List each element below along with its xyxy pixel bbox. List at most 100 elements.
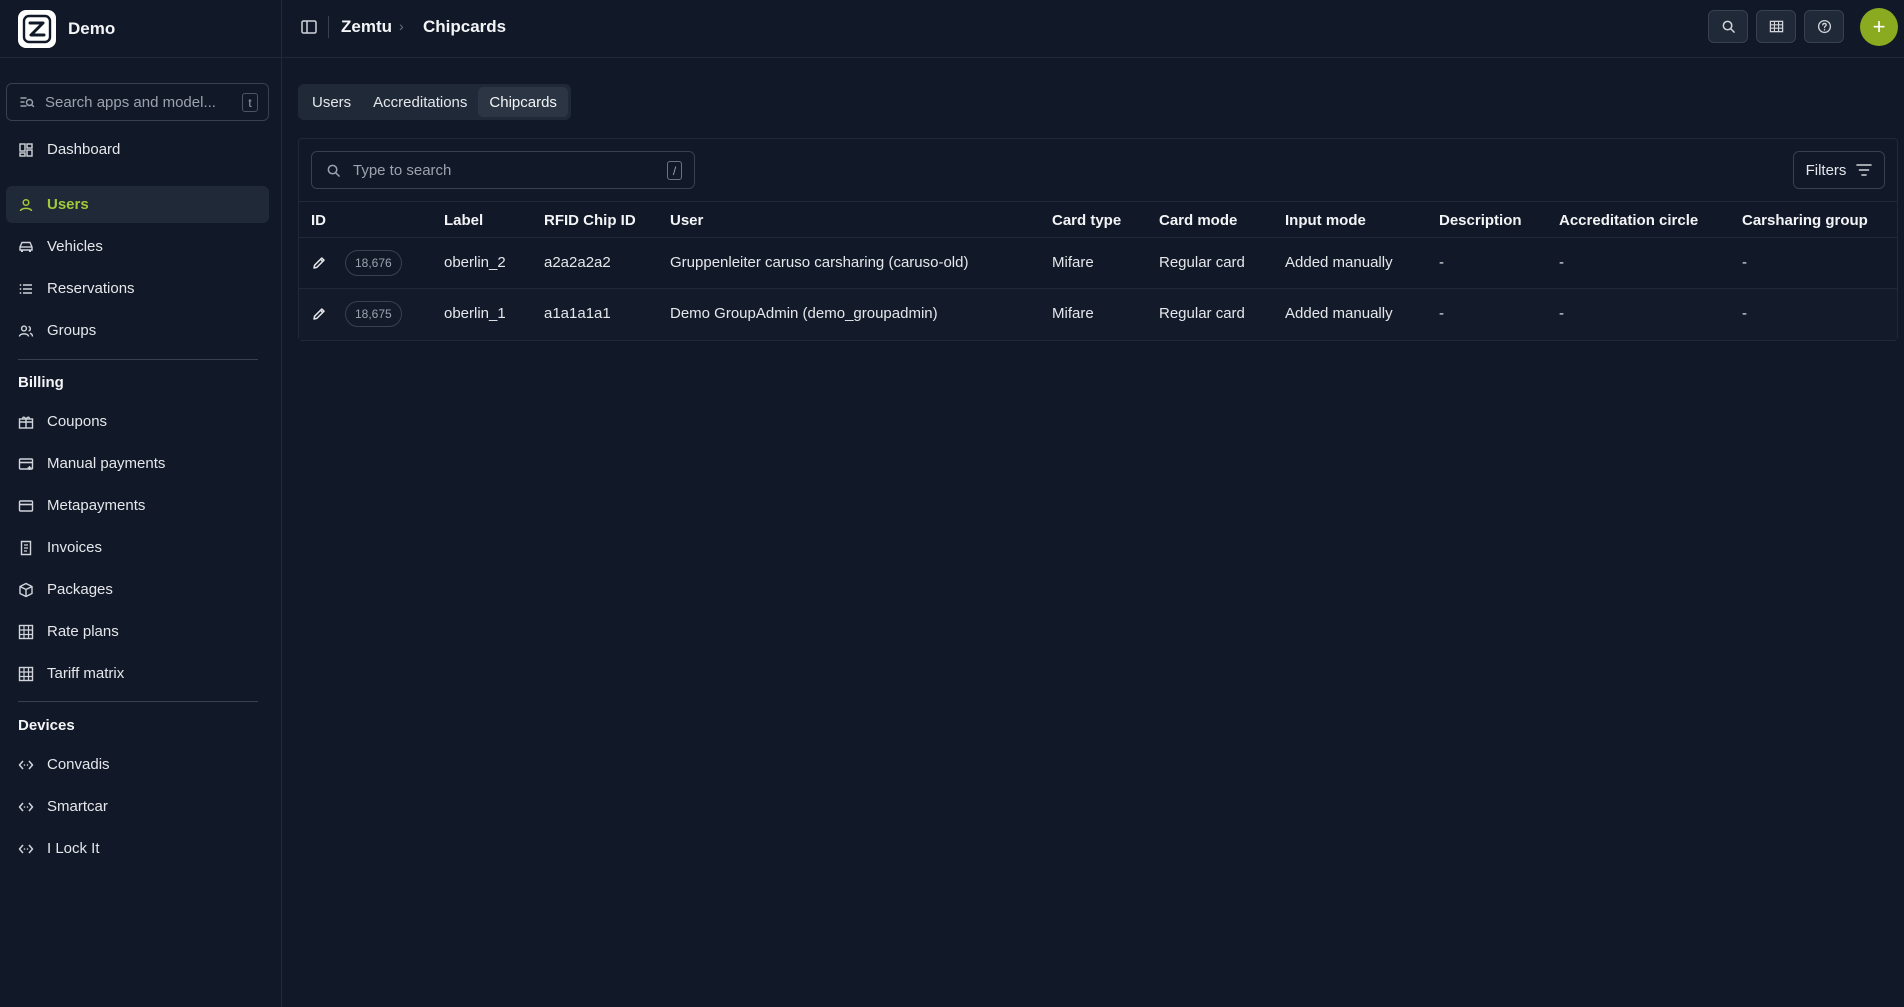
sidebar-item-tariff-matrix[interactable]: Tariff matrix bbox=[6, 655, 269, 692]
sidebar-toggle-icon[interactable] bbox=[300, 18, 318, 36]
table-icon bbox=[1769, 20, 1783, 33]
sidebar: Demo Search apps and model... t Dashboar… bbox=[0, 0, 282, 1007]
help-icon bbox=[1817, 19, 1831, 34]
devices-section-title: Devices bbox=[18, 717, 75, 734]
cell-description: - bbox=[1439, 254, 1444, 271]
cell-user: Demo GroupAdmin (demo_groupadmin) bbox=[670, 305, 938, 322]
cell-card-mode: Regular card bbox=[1159, 305, 1245, 322]
sidebar-item-manual-payments[interactable]: Manual payments bbox=[6, 445, 269, 482]
package-icon bbox=[18, 582, 34, 598]
table-search-input[interactable]: Type to search / bbox=[311, 151, 695, 189]
sidebar-item-i-lock-it[interactable]: I Lock It bbox=[6, 830, 269, 867]
cell-card-type: Mifare bbox=[1052, 305, 1094, 322]
sidebar-search-shortcut: t bbox=[242, 93, 258, 112]
code-icon bbox=[18, 799, 34, 815]
cell-card-mode: Regular card bbox=[1159, 254, 1245, 271]
column-header-accreditation-circle[interactable]: Accreditation circle bbox=[1559, 212, 1698, 229]
column-header-id[interactable]: ID bbox=[311, 212, 326, 229]
column-header-rfid[interactable]: RFID Chip ID bbox=[544, 212, 636, 229]
topbar-divider bbox=[328, 16, 329, 38]
cell-input-mode: Added manually bbox=[1285, 305, 1393, 322]
tab-bar: Users Accreditations Chipcards bbox=[298, 84, 571, 120]
breadcrumb-chipcards: Chipcards bbox=[423, 17, 507, 36]
edit-pencil-icon[interactable] bbox=[311, 255, 327, 271]
sidebar-item-label: Metapayments bbox=[47, 497, 146, 514]
sidebar-item-reservations[interactable]: Reservations bbox=[6, 270, 269, 307]
sidebar-item-invoices[interactable]: Invoices bbox=[6, 529, 269, 566]
table-search-placeholder: Type to search bbox=[353, 161, 452, 179]
coupon-icon bbox=[18, 414, 34, 430]
sidebar-item-convadis[interactable]: Convadis bbox=[6, 746, 269, 783]
sidebar-item-label: Coupons bbox=[47, 413, 108, 430]
sidebar-item-label: Tariff matrix bbox=[47, 665, 125, 682]
user-icon bbox=[18, 197, 34, 213]
column-header-carsharing-group[interactable]: Carsharing group bbox=[1742, 212, 1868, 229]
tab-users[interactable]: Users bbox=[301, 87, 362, 117]
app-logo-icon[interactable] bbox=[18, 9, 56, 48]
sidebar-item-vehicles[interactable]: Vehicles bbox=[6, 228, 269, 265]
cell-accreditation-circle: - bbox=[1559, 254, 1564, 271]
column-header-description[interactable]: Description bbox=[1439, 212, 1522, 229]
sidebar-item-label: Dashboard bbox=[47, 141, 121, 158]
app-name: Demo bbox=[68, 18, 116, 38]
cell-description: - bbox=[1439, 305, 1444, 322]
sidebar-item-metapayments[interactable]: Metapayments bbox=[6, 487, 269, 524]
column-header-card-mode[interactable]: Card mode bbox=[1159, 212, 1237, 229]
edit-pencil-icon[interactable] bbox=[311, 306, 327, 322]
table-row[interactable]: 18,675 oberlin_1 a1a1a1a1 Demo GroupAdmi… bbox=[299, 289, 1897, 340]
column-header-card-type[interactable]: Card type bbox=[1052, 212, 1121, 229]
cell-rfid: a2a2a2a2 bbox=[544, 254, 611, 271]
sidebar-item-label: Groups bbox=[47, 322, 97, 339]
sidebar-item-users[interactable]: Users bbox=[6, 186, 269, 223]
cell-accreditation-circle: - bbox=[1559, 305, 1564, 322]
code-icon bbox=[18, 841, 34, 857]
sidebar-item-packages[interactable]: Packages bbox=[6, 571, 269, 608]
sidebar-item-coupons[interactable]: Coupons bbox=[6, 403, 269, 440]
table-header: ID Label RFID Chip ID User Card type Car… bbox=[299, 201, 1897, 238]
search-icon bbox=[1722, 20, 1735, 33]
billing-section-title: Billing bbox=[18, 374, 64, 391]
sidebar-item-label: Invoices bbox=[47, 539, 103, 556]
sidebar-item-groups[interactable]: Groups bbox=[6, 312, 269, 349]
sidebar-divider bbox=[18, 359, 258, 360]
help-button[interactable] bbox=[1804, 10, 1844, 43]
receipt-icon bbox=[18, 540, 34, 556]
sidebar-divider bbox=[18, 701, 258, 702]
sidebar-item-label: Packages bbox=[47, 581, 113, 598]
tab-chipcards[interactable]: Chipcards bbox=[478, 87, 568, 117]
table-icon bbox=[18, 624, 34, 640]
column-header-user[interactable]: User bbox=[670, 212, 703, 229]
brand: Demo bbox=[0, 0, 281, 58]
car-icon bbox=[18, 239, 34, 255]
sidebar-search-input[interactable]: Search apps and model... t bbox=[6, 83, 269, 121]
search-button[interactable] bbox=[1708, 10, 1748, 43]
cell-carsharing-group: - bbox=[1742, 305, 1747, 322]
column-header-input-mode[interactable]: Input mode bbox=[1285, 212, 1366, 229]
sidebar-item-label: Smartcar bbox=[47, 798, 108, 815]
grid-view-button[interactable] bbox=[1756, 10, 1796, 43]
chevron-right-icon: › bbox=[399, 18, 404, 34]
sidebar-item-smartcar[interactable]: Smartcar bbox=[6, 788, 269, 825]
sidebar-item-rate-plans[interactable]: Rate plans bbox=[6, 613, 269, 650]
code-icon bbox=[18, 757, 34, 773]
breadcrumb-zemtu[interactable]: Zemtu bbox=[341, 17, 392, 37]
cell-carsharing-group: - bbox=[1742, 254, 1747, 271]
sidebar-item-label: Vehicles bbox=[47, 238, 103, 255]
tab-accreditations[interactable]: Accreditations bbox=[362, 87, 478, 117]
sidebar-item-dashboard[interactable]: Dashboard bbox=[6, 131, 269, 168]
add-button[interactable]: + bbox=[1860, 8, 1898, 46]
cell-card-type: Mifare bbox=[1052, 254, 1094, 271]
group-icon bbox=[18, 323, 34, 339]
filters-button[interactable]: Filters bbox=[1793, 151, 1885, 189]
table-row[interactable]: 18,676 oberlin_2 a2a2a2a2 Gruppenleiter … bbox=[299, 238, 1897, 289]
cell-label: oberlin_2 bbox=[444, 254, 506, 271]
filters-label: Filters bbox=[1805, 161, 1847, 179]
credit-card-icon bbox=[18, 498, 34, 514]
sidebar-item-label: Rate plans bbox=[47, 623, 119, 640]
chipcards-table-panel: Type to search / Filters ID Label RFID C… bbox=[298, 138, 1898, 341]
sidebar-search-placeholder: Search apps and model... bbox=[45, 93, 216, 111]
card-add-icon bbox=[18, 456, 34, 472]
column-header-label[interactable]: Label bbox=[444, 212, 483, 229]
search-list-icon bbox=[20, 97, 35, 108]
topbar: Zemtu › Chipcards + bbox=[282, 0, 1904, 58]
